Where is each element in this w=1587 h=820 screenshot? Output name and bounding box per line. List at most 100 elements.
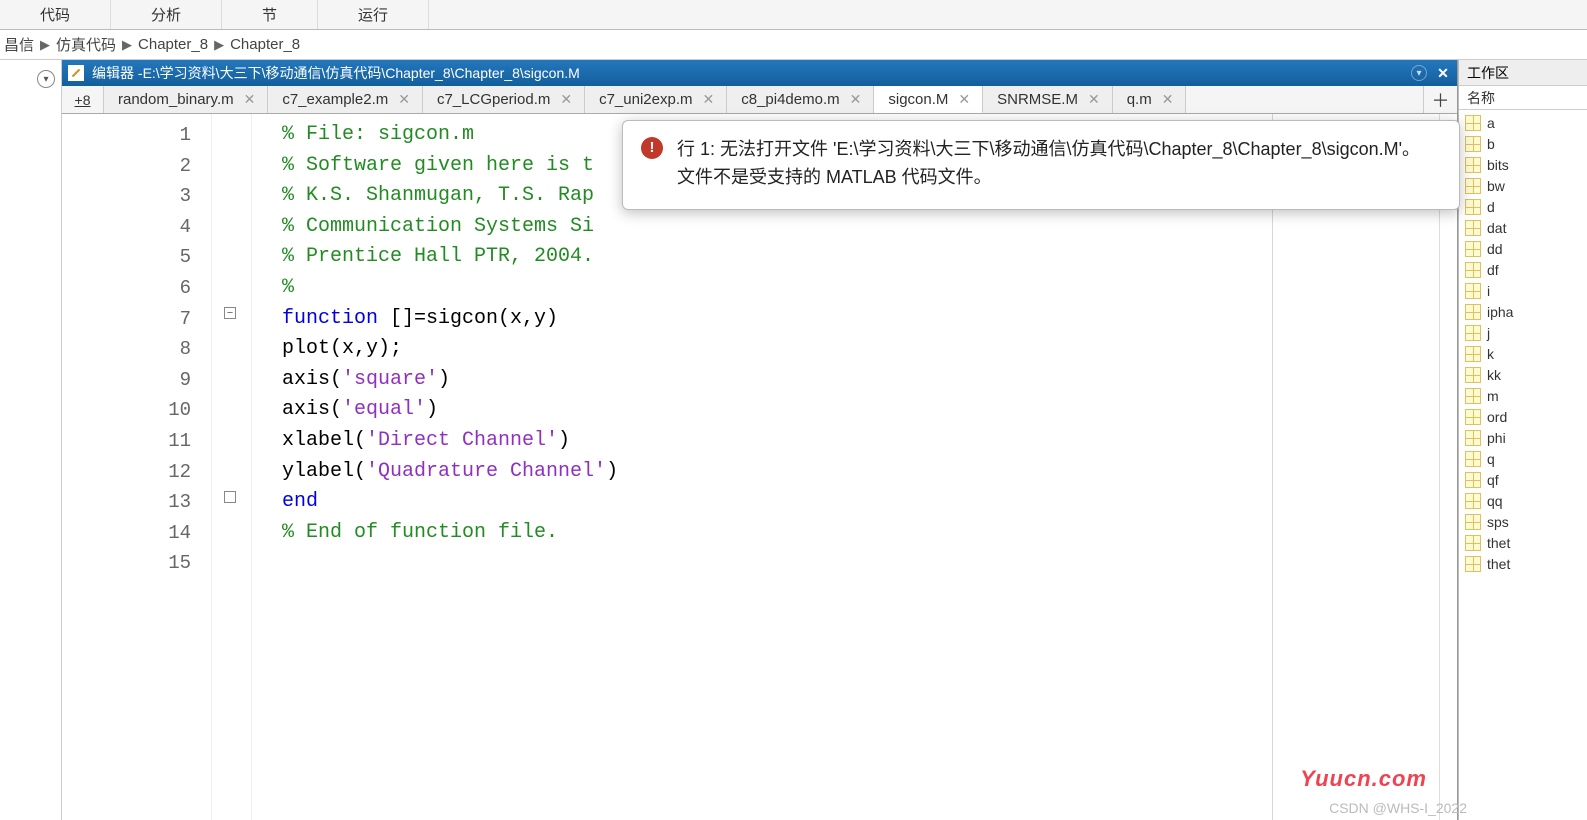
file-tab-strip: +8 random_binary.m✕c7_example2.m✕c7_LCGp… [62, 86, 1457, 114]
workspace-var-row[interactable]: ipha [1459, 301, 1587, 322]
editor-title-path: E:\学习资料\大三下\移动通信\仿真代码\Chapter_8\Chapter_… [143, 63, 580, 83]
toolstrip-tab-run[interactable]: 运行 [318, 0, 429, 29]
workspace-var-row[interactable]: q [1459, 448, 1587, 469]
tab-close-icon[interactable]: ✕ [244, 91, 256, 108]
variable-icon [1465, 262, 1481, 278]
workspace-var-row[interactable]: i [1459, 280, 1587, 301]
file-tab[interactable]: q.m✕ [1113, 86, 1187, 113]
variable-name: i [1487, 283, 1490, 299]
file-tab[interactable]: sigcon.M ✕ [874, 86, 983, 113]
workspace-var-row[interactable]: b [1459, 133, 1587, 154]
workspace-var-row[interactable]: df [1459, 259, 1587, 280]
tab-close-icon[interactable]: ✕ [958, 91, 970, 108]
variable-name: d [1487, 199, 1495, 215]
tab-close-icon[interactable]: ✕ [1088, 91, 1100, 108]
workspace-var-row[interactable]: qf [1459, 469, 1587, 490]
variable-name: phi [1487, 430, 1506, 446]
toolstrip-tab-code[interactable]: 代码 [0, 0, 111, 29]
workspace-var-row[interactable]: kk [1459, 364, 1587, 385]
file-tab[interactable]: random_binary.m ✕ [104, 86, 268, 113]
workspace-var-row[interactable]: thet [1459, 553, 1587, 574]
tab-overflow-badge[interactable]: +8 [62, 86, 104, 113]
error-icon: ! [641, 137, 663, 159]
current-folder-collapsed[interactable]: ▾ [0, 60, 62, 820]
workspace-var-row[interactable]: d [1459, 196, 1587, 217]
panel-menu-icon[interactable]: ▾ [37, 70, 55, 88]
variable-name: qf [1487, 472, 1499, 488]
file-tab[interactable]: c7_LCGperiod.m✕ [423, 86, 585, 113]
line-number-gutter: 123456789101112131415 [62, 114, 212, 820]
workspace-var-row[interactable]: k [1459, 343, 1587, 364]
variable-name: dat [1487, 220, 1506, 236]
workspace-var-row[interactable]: j [1459, 322, 1587, 343]
fold-end-icon [224, 491, 236, 503]
file-tab[interactable]: SNRMSE.M✕ [983, 86, 1113, 113]
path-seg[interactable]: Chapter_8 [230, 36, 300, 53]
variable-icon [1465, 115, 1481, 131]
workspace-var-row[interactable]: m [1459, 385, 1587, 406]
workspace-var-row[interactable]: bw [1459, 175, 1587, 196]
tab-close-icon[interactable]: ✕ [1162, 91, 1174, 108]
file-tab-label: c7_uni2exp.m [599, 91, 692, 108]
variable-name: q [1487, 451, 1495, 467]
workspace-var-row[interactable]: sps [1459, 511, 1587, 532]
variable-name: bw [1487, 178, 1505, 194]
path-sep-icon: ▶ [214, 37, 224, 53]
variable-name: thet [1487, 556, 1510, 572]
workspace-var-row[interactable]: thet [1459, 532, 1587, 553]
variable-icon [1465, 388, 1481, 404]
workspace-title[interactable]: 工作区 [1459, 60, 1587, 86]
editor-titlebar[interactable]: 编辑器 - E:\学习资料\大三下\移动通信\仿真代码\Chapter_8\Ch… [62, 60, 1457, 86]
close-icon[interactable]: ✕ [1435, 65, 1451, 82]
tab-close-icon[interactable]: ✕ [560, 91, 572, 108]
variable-icon [1465, 220, 1481, 236]
file-tab[interactable]: c8_pi4demo.m✕ [727, 86, 874, 113]
workspace-var-row[interactable]: qq [1459, 490, 1587, 511]
variable-name: sps [1487, 514, 1509, 530]
path-seg[interactable]: 昌信 [4, 34, 34, 55]
editor-title-prefix: 编辑器 - [92, 63, 143, 83]
message-strip[interactable] [1439, 114, 1457, 820]
toolstrip-tab-section[interactable]: 节 [222, 0, 318, 29]
variable-name: dd [1487, 241, 1503, 257]
tab-close-icon[interactable]: ✕ [398, 91, 410, 108]
file-tab[interactable]: c7_uni2exp.m ✕ [585, 86, 727, 113]
variable-name: thet [1487, 535, 1510, 551]
variable-name: kk [1487, 367, 1501, 383]
file-tab-label: sigcon.M [888, 91, 948, 108]
new-tab-button[interactable]: ＋ [1423, 86, 1457, 113]
workspace-var-row[interactable]: a [1459, 112, 1587, 133]
path-seg[interactable]: 仿真代码 [56, 34, 116, 55]
path-seg[interactable]: Chapter_8 [138, 36, 208, 53]
workspace-var-row[interactable]: phi [1459, 427, 1587, 448]
workspace-var-row[interactable]: bits [1459, 154, 1587, 175]
file-tab-label: random_binary.m [118, 91, 234, 108]
variable-icon [1465, 283, 1481, 299]
variable-icon [1465, 451, 1481, 467]
variable-name: j [1487, 325, 1490, 341]
workspace-var-row[interactable]: ord [1459, 406, 1587, 427]
variable-name: bits [1487, 157, 1509, 173]
panel-actions-icon[interactable]: ▾ [1411, 65, 1427, 81]
variable-icon [1465, 493, 1481, 509]
variable-icon [1465, 430, 1481, 446]
workspace-var-row[interactable]: dd [1459, 238, 1587, 259]
workspace-var-list[interactable]: abbitsbwddatdddfiiphajkkkmordphiqqfqqsps… [1459, 110, 1587, 576]
workspace-header-name[interactable]: 名称 [1459, 86, 1587, 110]
file-tab-label: c7_example2.m [282, 91, 388, 108]
breadcrumb[interactable]: 昌信 ▶ 仿真代码 ▶ Chapter_8 ▶ Chapter_8 [0, 30, 1587, 60]
variable-icon [1465, 346, 1481, 362]
tab-close-icon[interactable]: ✕ [703, 91, 715, 108]
fold-gutter[interactable]: − [212, 114, 252, 820]
tab-close-icon[interactable]: ✕ [850, 91, 862, 108]
toolstrip-tab-analyze[interactable]: 分析 [111, 0, 222, 29]
workspace-var-row[interactable]: dat [1459, 217, 1587, 238]
variable-name: ord [1487, 409, 1507, 425]
variable-icon [1465, 136, 1481, 152]
fold-toggle-icon[interactable]: − [224, 307, 236, 319]
variable-icon [1465, 472, 1481, 488]
variable-icon [1465, 535, 1481, 551]
file-tab[interactable]: c7_example2.m ✕ [268, 86, 423, 113]
code-text[interactable]: % File: sigcon.m% Software given here is… [252, 114, 1457, 820]
editor-body[interactable]: 123456789101112131415 − % File: sigcon.m… [62, 114, 1457, 820]
